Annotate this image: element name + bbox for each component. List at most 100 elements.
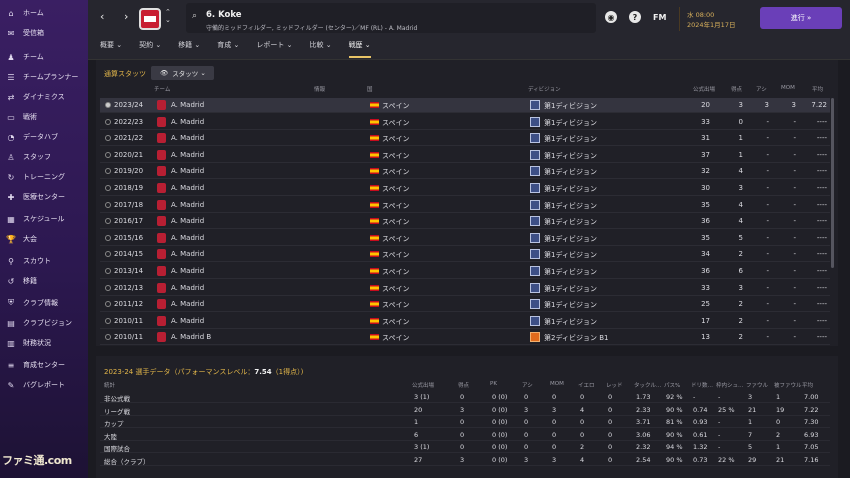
division-cell[interactable]: 第1ディビジョン [544, 151, 597, 161]
row-radio[interactable] [105, 334, 111, 341]
row-radio[interactable] [105, 102, 111, 108]
season-header[interactable]: 枠内シュ… [716, 381, 744, 389]
ball-icon[interactable]: ◉ [605, 11, 617, 23]
team-cell[interactable]: A. Madrid [171, 284, 204, 292]
row-radio[interactable] [105, 234, 111, 241]
table-row[interactable]: 2011/12 A. Madrid スペイン 第1ディビジョン 25 2- - ---- [100, 297, 830, 313]
division-cell[interactable]: 第1ディビジョン [544, 250, 597, 260]
tab-item[interactable]: レポート ⌄ [256, 40, 292, 54]
table-row[interactable]: 2021/22 A. Madrid スペイン 第1ディビジョン 31 1- - ---- [100, 131, 830, 147]
table-row[interactable]: 2017/18 A. Madrid スペイン 第1ディビジョン 35 4- - ---- [100, 198, 830, 213]
back-arrow-icon[interactable]: ‹ [100, 10, 104, 23]
sidebar-item[interactable]: ≡ 育成センター [0, 356, 88, 374]
sidebar-item[interactable]: ▥ 財務状況 [0, 334, 88, 352]
tab-item[interactable]: 概要 ⌄ [100, 40, 122, 54]
sidebar-item[interactable]: ↻ トレーニング [0, 168, 88, 186]
team-cell[interactable]: A. Madrid [171, 134, 204, 142]
table-row[interactable]: 2022/23 A. Madrid スペイン 第1ディビジョン 33 0- - ---- [100, 115, 830, 130]
sidebar-item[interactable]: ✎ バグレポート [0, 376, 88, 394]
division-cell[interactable]: 第1ディビジョン [544, 134, 597, 144]
row-radio[interactable] [105, 185, 111, 191]
row-radio[interactable] [105, 218, 111, 225]
row-radio[interactable] [105, 201, 111, 208]
header-goals[interactable]: 得点 [731, 85, 742, 93]
division-cell[interactable]: 第1ディビジョン [544, 217, 597, 227]
sidebar-item[interactable]: ⚲ スカウト [0, 252, 88, 270]
division-cell[interactable]: 第1ディビジョン [544, 184, 597, 194]
row-radio[interactable] [105, 168, 111, 175]
table-row[interactable]: 2020/21 A. Madrid スペイン 第1ディビジョン 37 1- - ---- [100, 148, 830, 163]
sidebar-item[interactable]: ↺ 移籍 [0, 272, 88, 290]
sidebar-item[interactable]: ⛨ クラブ情報 [0, 294, 88, 312]
scrollbar[interactable] [831, 98, 834, 268]
season-header[interactable]: 被ファウル [774, 381, 802, 389]
sidebar-item[interactable]: ▤ クラブビジョン [0, 314, 88, 332]
table-row[interactable]: 2018/19 A. Madrid スペイン 第1ディビジョン 30 3- - ---- [100, 181, 830, 196]
table-row[interactable]: 2013/14 A. Madrid スペイン 第1ディビジョン 36 6- - ---- [100, 264, 830, 279]
team-cell[interactable]: A. Madrid [171, 184, 204, 192]
sidebar-item[interactable]: ✚ 医療センター [0, 188, 88, 206]
division-cell[interactable]: 第1ディビジョン [544, 234, 597, 244]
row-radio[interactable] [105, 284, 111, 291]
sidebar-item[interactable]: ⇄ ダイナミクス [0, 88, 88, 106]
table-row[interactable]: 2016/17 A. Madrid スペイン 第1ディビジョン 36 4- - ---- [100, 214, 830, 230]
season-header[interactable]: 統計 [104, 381, 115, 389]
sidebar-item[interactable]: ♟ チーム [0, 48, 88, 66]
season-header[interactable]: レッド [606, 381, 623, 389]
division-cell[interactable]: 第1ディビジョン [544, 317, 597, 327]
team-cell[interactable]: A. Madrid [171, 167, 204, 175]
team-cell[interactable]: A. Madrid [171, 151, 204, 159]
row-radio[interactable] [105, 151, 111, 158]
sidebar-item[interactable]: ☰ チームプランナー [0, 68, 88, 86]
table-row[interactable]: 2019/20 A. Madrid スペイン 第1ディビジョン 32 4- - ---- [100, 164, 830, 180]
sidebar-item[interactable]: 🏆 大会 [0, 230, 88, 248]
season-header[interactable]: ファウル [746, 381, 768, 389]
division-cell[interactable]: 第1ディビジョン [544, 267, 597, 277]
season-header[interactable]: MOM [550, 381, 564, 387]
table-row[interactable]: 2015/16 A. Madrid スペイン 第1ディビジョン 35 5- - ---- [100, 231, 830, 246]
division-cell[interactable]: 第1ディビジョン [544, 118, 597, 128]
division-cell[interactable]: 第2ディビジョン B1 [544, 333, 608, 343]
row-radio[interactable] [105, 301, 111, 308]
sidebar-item[interactable]: ▭ 戦術 [0, 108, 88, 126]
season-header[interactable]: ドリ数… [691, 381, 713, 389]
club-badge-icon[interactable] [139, 8, 161, 30]
table-row[interactable]: 2014/15 A. Madrid スペイン 第1ディビジョン 34 2- - ---- [100, 247, 830, 263]
tab-item[interactable]: 戦歴 ⌄ [348, 40, 371, 58]
season-header[interactable]: 得点 [458, 381, 469, 389]
header-avg[interactable]: 平均 [812, 85, 823, 93]
row-radio[interactable] [105, 251, 111, 258]
header-mom[interactable]: MOM [781, 85, 795, 91]
header-info[interactable]: 情報 [314, 85, 325, 93]
team-cell[interactable]: A. Madrid [171, 317, 204, 325]
team-cell[interactable]: A. Madrid [171, 267, 204, 275]
division-cell[interactable]: 第1ディビジョン [544, 201, 597, 211]
team-cell[interactable]: A. Madrid [171, 300, 204, 308]
team-cell[interactable]: A. Madrid [171, 234, 204, 242]
table-row[interactable]: 2010/11 A. Madrid スペイン 第1ディビジョン 17 2- - ---- [100, 314, 830, 329]
row-radio[interactable] [105, 135, 111, 142]
header-team[interactable]: チーム [154, 85, 170, 93]
season-header[interactable]: PK [490, 381, 497, 387]
division-cell[interactable]: 第1ディビジョン [544, 167, 597, 177]
division-cell[interactable]: 第1ディビジョン [544, 284, 597, 294]
team-cell[interactable]: A. Madrid [171, 250, 204, 258]
tab-item[interactable]: 比較 ⌄ [309, 40, 331, 54]
sidebar-item[interactable]: ▦ スケジュール [0, 210, 88, 228]
team-cell[interactable]: A. Madrid [171, 118, 204, 126]
stats-dropdown[interactable]: 👁 スタッツ ⌄ [151, 66, 214, 80]
sidebar-item[interactable]: ⌂ ホーム [0, 4, 88, 22]
row-radio[interactable] [105, 317, 111, 324]
tab-item[interactable]: 契約 ⌄ [139, 40, 161, 54]
forward-arrow-icon[interactable]: › [124, 10, 128, 23]
season-header[interactable]: アシ [522, 381, 533, 389]
division-cell[interactable]: 第1ディビジョン [544, 300, 597, 310]
continue-button[interactable]: 進行 » [760, 7, 842, 29]
table-row[interactable]: 2023/24 A. Madrid スペイン 第1ディビジョン 20 3 3 3 7.22 [100, 98, 830, 113]
team-cell[interactable]: A. Madrid [171, 201, 204, 209]
header-apps[interactable]: 公式出場 [693, 85, 715, 93]
tab-item[interactable]: 移籍 ⌄ [178, 40, 200, 54]
season-header[interactable]: 公式出場 [412, 381, 434, 389]
team-cell[interactable]: A. Madrid B [171, 333, 211, 341]
row-radio[interactable] [105, 118, 111, 125]
